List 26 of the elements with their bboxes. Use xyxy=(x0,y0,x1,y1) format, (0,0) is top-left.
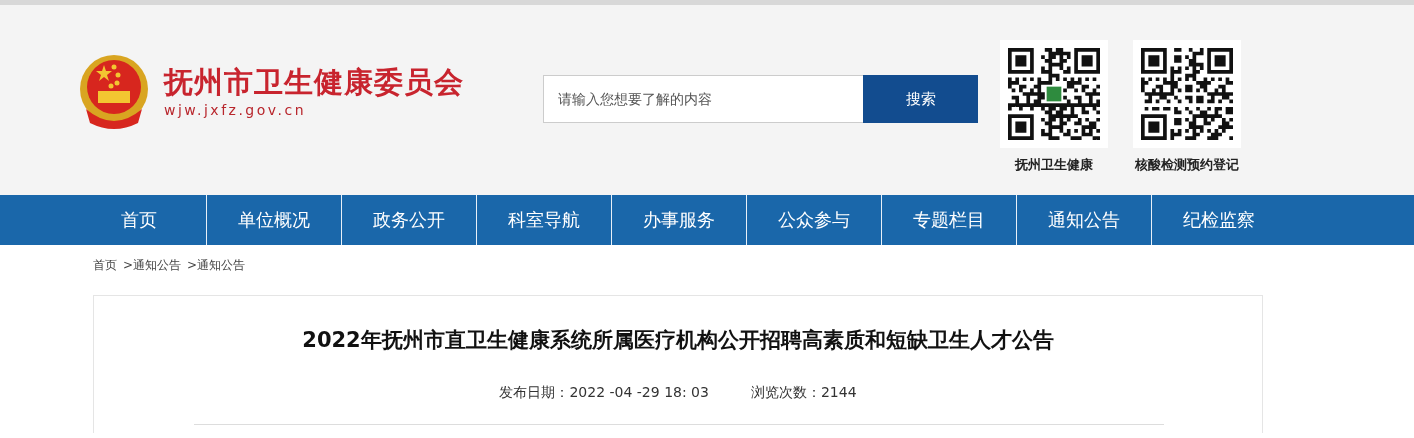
qr-code-icon xyxy=(1007,48,1100,140)
nav-link[interactable]: 首页 xyxy=(72,195,207,245)
breadcrumb-link[interactable]: >通知公告 xyxy=(123,256,182,274)
search-field[interactable]: 请输入您想要了解的内容 xyxy=(543,75,863,123)
emblem-icon xyxy=(78,53,150,129)
breadcrumb-link[interactable]: 首页 xyxy=(93,256,117,274)
site-url: wjw.jxfz.gov.cn xyxy=(164,102,308,118)
nav-link[interactable]: 科室导航 xyxy=(477,195,612,245)
nav-link[interactable]: 纪检监察 xyxy=(1152,195,1286,245)
view-count: 2144 xyxy=(820,384,857,402)
qr-label: 抚州卫生健康 xyxy=(1014,156,1093,174)
nav-link[interactable]: 公众参与 xyxy=(747,195,882,245)
qr-label: 核酸检测预约登记 xyxy=(1134,156,1239,174)
nav-link[interactable]: 单位概况 xyxy=(207,195,342,245)
nav-link[interactable]: 专题栏目 xyxy=(882,195,1017,245)
date-label: 发布日期： xyxy=(499,384,570,402)
publish-date: 2022 -04 -29 18: 03 xyxy=(569,384,709,402)
qr-code-icon xyxy=(1140,48,1233,140)
site-title: 抚州市卫生健康委员会 xyxy=(164,64,464,100)
nav-link[interactable]: 政务公开 xyxy=(342,195,477,245)
article-title: 2022年抚州市直卫生健康系统所属医疗机构公开招聘高素质和短缺卫生人才公告 xyxy=(301,327,1055,354)
breadcrumb-link[interactable]: >通知公告 xyxy=(187,256,246,274)
views-label: 浏览次数： xyxy=(750,384,821,402)
search-button[interactable]: 搜索 xyxy=(863,75,978,123)
nav-link[interactable]: 通知公告 xyxy=(1017,195,1152,245)
nav-link[interactable]: 办事服务 xyxy=(612,195,747,245)
